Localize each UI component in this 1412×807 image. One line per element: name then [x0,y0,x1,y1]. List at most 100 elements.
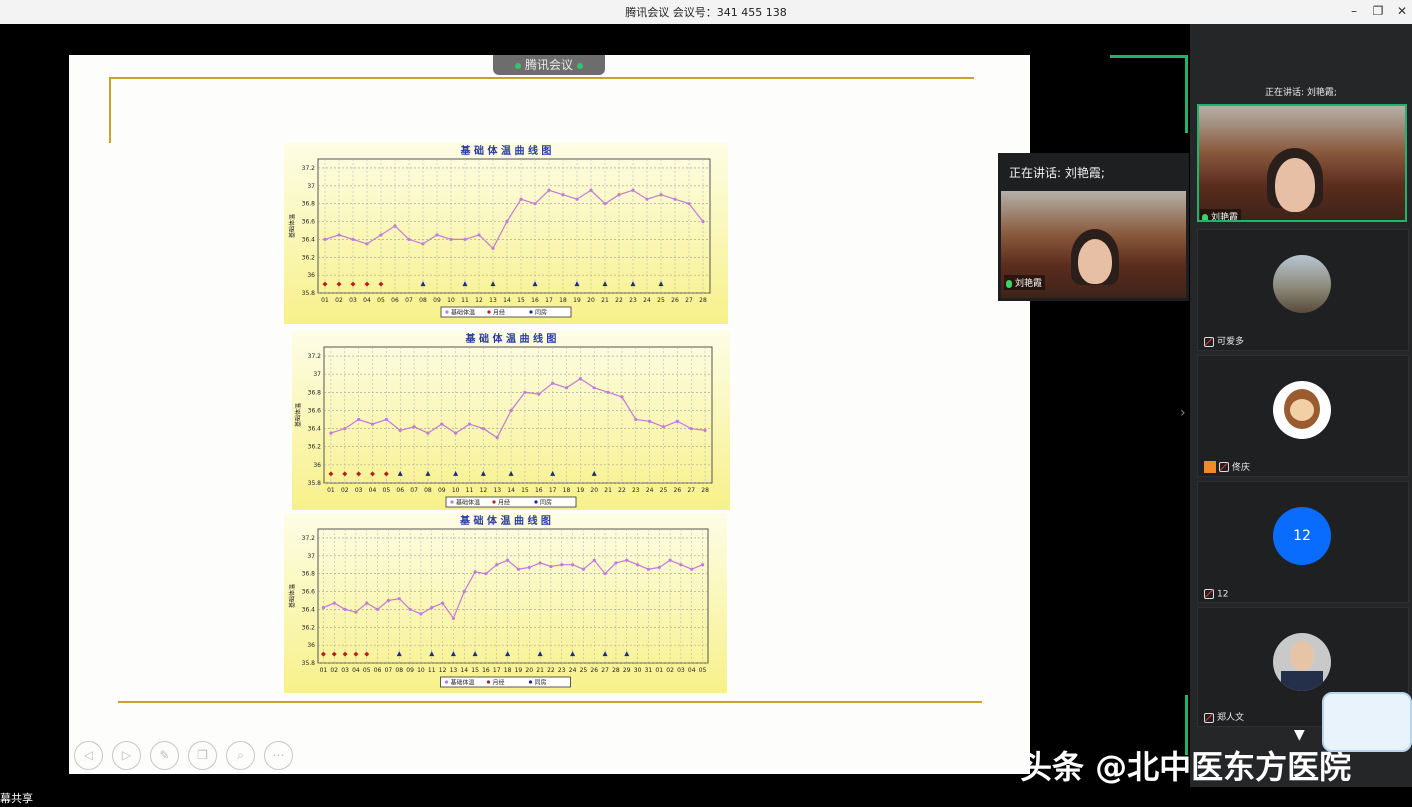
pen-icon[interactable]: ✎ [150,741,179,770]
slide-left-rule [109,77,111,143]
next-icon[interactable]: ▷ [112,741,141,770]
copy-icon[interactable]: ❐ [188,741,217,770]
participant-name: 可爱多 [1204,334,1244,347]
close-button[interactable]: ✕ [1391,1,1412,21]
temperature-point [329,431,333,435]
chart-background [284,513,727,693]
speaker-video: 刘艳霞 [1001,191,1186,298]
mic-icon [1202,213,1208,220]
x-tick-label: 17 [545,297,553,304]
restore-button[interactable]: ❐ [1367,1,1389,21]
x-tick-label: 06 [374,667,382,674]
x-tick-label: 23 [558,667,566,674]
x-tick-label: 16 [531,297,539,304]
y-tick-label: 36 [307,642,315,649]
temperature-point [575,197,579,201]
x-tick-label: 05 [699,667,707,674]
legend-label: 基础体温 [456,499,480,507]
y-tick-label: 35.8 [302,290,316,297]
temperature-point [351,237,355,241]
legend-label: 月经 [493,309,505,317]
y-tick-label: 35.8 [302,660,316,667]
x-tick-label: 21 [536,667,544,674]
x-tick-label: 19 [577,487,585,494]
x-tick-label: 20 [590,487,598,494]
temperature-point [384,417,388,422]
x-tick-label: 30 [634,667,642,674]
x-tick-label: 01 [320,667,328,674]
x-tick-label: 21 [601,297,609,304]
collapse-arrow-icon[interactable]: › [1180,405,1186,421]
x-tick-label: 10 [417,667,425,674]
x-tick-label: 14 [507,487,515,494]
temperature-point [701,219,705,224]
temperature-point [386,598,391,603]
x-tick-label: 27 [687,487,695,494]
temperature-point [634,417,638,422]
bottom-status-bar: 幕共享 [0,787,1412,807]
participant-tile[interactable]: 12 12 [1197,481,1409,603]
participant-name: 佟庆 [1204,460,1250,473]
participant-video-tile[interactable]: 刘艳霞 [1197,104,1407,222]
temperature-point [516,567,521,571]
participant-name: 12 [1204,588,1228,599]
temperature-point [343,607,347,611]
x-tick-label: 15 [471,667,479,674]
temperature-point [523,390,527,394]
prev-icon[interactable]: ◁ [74,741,103,770]
x-tick-label: 07 [410,487,418,494]
x-tick-label: 22 [618,487,626,494]
legend-swatch [487,310,491,314]
bbt-chart-3-svg: 基 础 体 温 曲 线 图 37.2 37 36.8 36.6 36.4 36.2 36 35.… [284,513,727,693]
zoom-icon[interactable]: ⌕ [226,741,255,770]
meeting-share-pill[interactable]: 腾讯会议 [493,55,605,75]
participant-tile[interactable]: 可爱多 [1197,229,1409,351]
y-tick-label: 36.2 [302,624,316,631]
temperature-point [407,237,411,241]
x-tick-label: 03 [349,297,357,304]
x-tick-label: 13 [450,667,458,674]
temperature-point [648,419,652,423]
x-tick-label: 11 [428,667,436,674]
sidebar-speaking-label: 正在讲话: 刘艳霞; [1265,88,1337,98]
x-tick-label: 01 [321,297,329,304]
x-tick-label: 17 [549,487,557,494]
x-tick-label: 02 [330,667,338,674]
mic-muted-icon [1204,336,1214,347]
y-tick-label: 36.6 [302,589,316,596]
window-title: 腾讯会议 会议号：341 455 138 [625,6,787,19]
status-dot-icon [577,62,583,69]
y-tick-label: 36.4 [302,236,316,243]
temperature-point [379,233,383,237]
more-icon[interactable]: ⋯ [264,741,293,770]
legend-swatch [450,500,454,504]
temperature-point [451,616,456,620]
minimize-button[interactable]: – [1343,1,1365,21]
y-tick-label: 36.4 [308,426,322,433]
temperature-point [408,607,412,611]
y-tick-label: 36.2 [308,444,322,451]
temperature-point [495,563,499,567]
x-tick-label: 22 [547,667,555,674]
temperature-point [397,597,401,601]
temperature-point [668,558,672,562]
legend-label: 基础体温 [451,679,475,687]
participant-tile[interactable]: 佟庆 [1197,355,1409,477]
chart-title: 基 础 体 温 曲 线 图 [459,514,551,527]
x-tick-label: 16 [535,487,543,494]
avatar [1273,381,1331,439]
temperature-point [421,242,425,246]
y-tick-label: 36.8 [308,389,322,396]
y-tick-label: 35.8 [308,480,322,487]
legend-swatch [445,310,449,314]
temperature-point [703,428,707,433]
x-tick-label: 04 [352,667,360,674]
x-tick-label: 05 [377,297,385,304]
scroll-down-icon[interactable]: ▼ [1294,727,1305,743]
x-tick-label: 21 [604,487,612,494]
x-tick-label: 12 [439,667,447,674]
speaker-floating-window[interactable]: 正在讲话: 刘艳霞; 刘艳霞 [998,153,1189,301]
watermark: 头条 @北中医东方医院 [1020,748,1352,786]
x-tick-label: 26 [590,667,598,674]
participant-face [1275,158,1315,212]
